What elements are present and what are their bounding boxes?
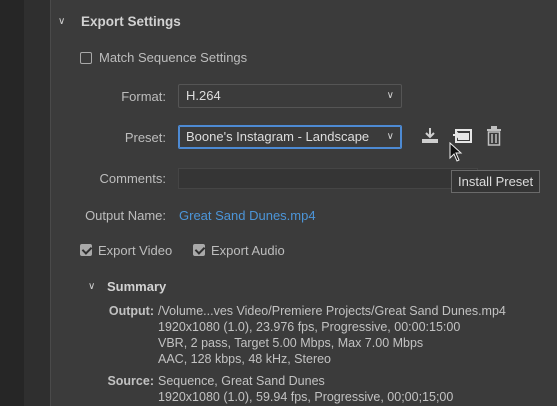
summary-output-line: 1920x1080 (1.0), 23.976 fps, Progressive… bbox=[158, 320, 461, 334]
output-name-label: Output Name: bbox=[85, 208, 166, 223]
format-value: H.264 bbox=[186, 88, 221, 103]
preset-label: Preset: bbox=[124, 130, 166, 145]
comments-field[interactable] bbox=[178, 168, 478, 189]
summary-source-line: Sequence, Great Sand Dunes bbox=[158, 374, 325, 388]
summary-output-line: AAC, 128 kbps, 48 kHz, Stereo bbox=[158, 352, 332, 366]
export-window: ∨ Export Settings Match Sequence Setting… bbox=[0, 0, 557, 406]
preset-value: Boone's Instagram - Landscape bbox=[186, 129, 370, 144]
export-video-checkbox[interactable] bbox=[80, 244, 92, 256]
section-title[interactable]: Export Settings bbox=[81, 14, 181, 29]
chevron-down-icon[interactable]: ∨ bbox=[88, 281, 95, 292]
summary-output-line: VBR, 2 pass, Target 5.00 Mbps, Max 7.00 … bbox=[158, 336, 424, 350]
chevron-down-icon[interactable]: ∨ bbox=[58, 16, 65, 27]
preset-select[interactable]: Boone's Instagram - Landscape ∨ bbox=[178, 125, 402, 149]
format-label: Format: bbox=[121, 89, 166, 104]
export-video-label[interactable]: Export Video bbox=[98, 243, 172, 258]
install-preset-tooltip: Install Preset bbox=[451, 170, 541, 193]
left-side-strip bbox=[0, 0, 24, 406]
export-audio-label[interactable]: Export Audio bbox=[211, 243, 285, 258]
format-select[interactable]: H.264 ∨ bbox=[178, 84, 402, 108]
summary-source-line: 1920x1080 (1.0), 59.94 fps, Progressive,… bbox=[158, 390, 454, 404]
match-sequence-checkbox[interactable] bbox=[80, 52, 92, 64]
summary-output-line: /Volume...ves Video/Premiere Projects/Gr… bbox=[158, 304, 506, 318]
summary-title[interactable]: Summary bbox=[107, 279, 166, 294]
delete-preset-icon[interactable] bbox=[486, 126, 502, 146]
summary-source-label: Source: bbox=[107, 374, 154, 388]
summary-output-label: Output: bbox=[108, 304, 154, 318]
match-sequence-label[interactable]: Match Sequence Settings bbox=[99, 50, 247, 65]
output-name-link[interactable]: Great Sand Dunes.mp4 bbox=[179, 208, 316, 223]
chevron-down-icon: ∨ bbox=[386, 131, 394, 142]
comments-label: Comments: bbox=[99, 171, 166, 186]
mouse-cursor-icon bbox=[449, 142, 463, 162]
import-preset-icon[interactable] bbox=[420, 127, 440, 145]
export-audio-checkbox[interactable] bbox=[193, 244, 205, 256]
chevron-down-icon: ∨ bbox=[386, 90, 394, 101]
